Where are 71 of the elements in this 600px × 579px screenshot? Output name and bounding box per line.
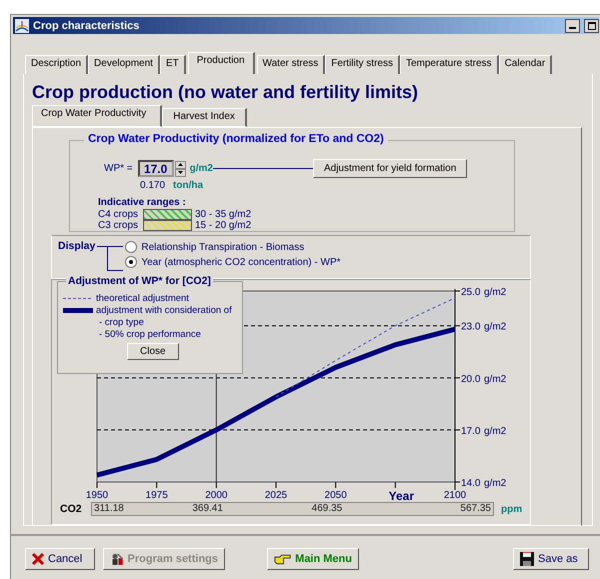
ranges-title: Indicative ranges :	[98, 197, 187, 208]
legend-text: adjustment with consideration of	[96, 304, 232, 316]
page-heading: Crop production (no water and fertility limits)	[32, 82, 420, 103]
input-field[interactable]: 17.0	[138, 160, 174, 177]
range-label: C4 crops	[98, 209, 140, 220]
range-value: 15 - 20 g/m2	[195, 220, 252, 231]
axis-label: CO2	[60, 503, 83, 515]
x-tick-label: 1950	[86, 490, 108, 501]
range-value: 30 - 35 g/m2	[195, 209, 252, 220]
value-text: 0.170	[140, 180, 166, 191]
main-menu-button[interactable]: Main Menu	[267, 548, 359, 570]
tools-icon	[110, 551, 124, 567]
adjustment-button[interactable]: Adjustment for yield formation	[312, 159, 468, 178]
radio-option[interactable]: Relationship Transpiration - Biomass	[125, 241, 341, 253]
maximize-button[interactable]	[584, 18, 599, 32]
legend-text: - 50% crop performance	[99, 328, 201, 340]
co2-value: 369.41	[192, 503, 223, 514]
y-tick-label: 23.0	[461, 322, 480, 333]
dashed-line-icon	[63, 296, 93, 300]
axis-unit: g/m2	[484, 287, 506, 298]
display-label: Display	[58, 240, 96, 254]
tab[interactable]: Calendar	[498, 55, 552, 74]
y-tick-label: 20.0	[461, 374, 480, 385]
x-tick-label: 2100	[444, 490, 466, 501]
range-label: C3 crops	[98, 220, 140, 231]
maximize-icon	[588, 22, 596, 30]
y-tick-label: 14.0	[461, 478, 480, 489]
x-icon	[32, 553, 44, 565]
tab[interactable]: Temperature stress	[400, 55, 499, 74]
up-arrow-icon	[178, 163, 183, 166]
window-title: Crop characteristics	[33, 20, 140, 32]
minimize-button[interactable]	[565, 18, 580, 32]
axis-title: Year	[388, 489, 414, 502]
tab[interactable]: Water stress	[256, 55, 326, 74]
unit-label: ton/ha	[173, 180, 204, 191]
legend-text: theoretical adjustment	[96, 292, 189, 304]
tab[interactable]: Description	[25, 55, 88, 74]
x-tick-label: 1975	[146, 490, 168, 501]
y-tick-label: 25.0	[461, 287, 480, 298]
axis-unit: g/m2	[484, 374, 506, 385]
app-icon	[15, 18, 29, 32]
y-tick-label: 17.0	[461, 426, 480, 437]
down-arrow-icon	[178, 171, 183, 174]
axis-unit: g/m2	[484, 426, 506, 437]
tab[interactable]: Harvest Index	[162, 108, 247, 127]
close-button[interactable]: Close	[127, 343, 179, 360]
tab[interactable]: Crop Water Productivity	[32, 105, 162, 127]
radio-option[interactable]: Year (atmospheric CO2 concentration) - WP*	[125, 256, 341, 268]
legend-text: - crop type	[99, 316, 144, 328]
connector-line	[97, 246, 124, 272]
save-button[interactable]: Save as	[513, 548, 589, 570]
axis-unit: g/m2	[484, 322, 506, 333]
group-title: Crop Water Productivity (normalized for ETo and CO2)	[84, 133, 388, 145]
field-label: WP* =	[104, 163, 133, 174]
axis-unit: g/m2	[484, 478, 506, 489]
x-tick-label: 2025	[264, 490, 288, 501]
co2-value: 311.18	[94, 503, 124, 514]
pointing-hand-icon	[274, 553, 292, 565]
co2-value: 469.35	[312, 503, 342, 514]
co2-value: 567.35	[460, 503, 491, 514]
tab[interactable]: Fertility stress	[325, 55, 400, 74]
unit-label: ppm	[501, 504, 522, 514]
x-tick-label: 2000	[205, 490, 228, 501]
spin-up-button[interactable]	[174, 160, 186, 168]
legend-title: Adjustment of WP* for [CO2]	[66, 275, 213, 287]
x-tick-label: 2050	[324, 490, 347, 501]
tab[interactable]: Production	[188, 52, 255, 74]
unit-label: g/m2	[190, 163, 213, 174]
tab[interactable]: ET	[160, 55, 186, 74]
cancel-button[interactable]: Cancel	[25, 548, 95, 570]
tab[interactable]: Development	[88, 55, 160, 74]
